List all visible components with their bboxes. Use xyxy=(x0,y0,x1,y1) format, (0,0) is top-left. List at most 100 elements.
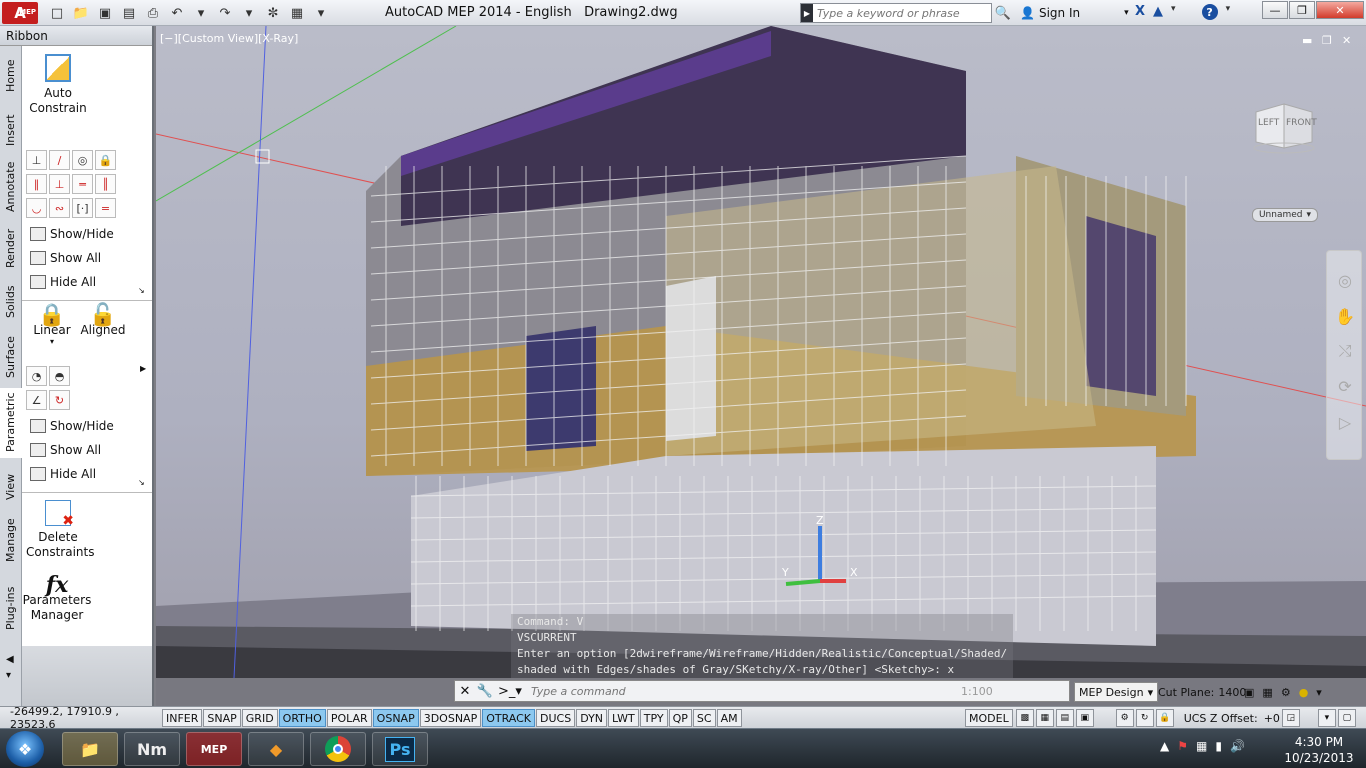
toggle-snap[interactable]: SNAP xyxy=(203,708,241,727)
command-input[interactable] xyxy=(525,684,955,698)
fix-icon[interactable]: 🔒 xyxy=(95,150,116,170)
dim-hide-all-button[interactable]: Hide All xyxy=(30,464,96,484)
annotation-icon[interactable]: ▤ xyxy=(1055,709,1074,727)
elevation-icon[interactable]: ◲ xyxy=(1281,709,1300,727)
tab-plug-ins[interactable]: Plug-ins xyxy=(0,570,22,636)
tab-surface[interactable]: Surface xyxy=(0,322,22,382)
expand-arrow-icon[interactable]: ▶ xyxy=(801,4,813,22)
search-input[interactable] xyxy=(813,6,983,20)
viewcube[interactable]: LEFT FRONT xyxy=(1252,98,1317,156)
viewport-controls-label[interactable]: [−][Custom View][X-Ray] xyxy=(160,32,298,45)
chevron-down-icon[interactable]: ▾ xyxy=(1316,686,1322,699)
taskbar-explorer[interactable]: 📁 xyxy=(62,732,118,766)
toggle-ortho[interactable]: ORTHO xyxy=(278,708,326,727)
windows-start-button[interactable]: ❖ xyxy=(6,731,44,767)
collinear-icon[interactable]: ∕ xyxy=(49,150,70,170)
taskbar-clock[interactable]: 4:30 PM 10/23/2013 xyxy=(1284,734,1354,766)
network-icon[interactable]: ▦ xyxy=(1196,739,1207,753)
equal-icon[interactable]: = xyxy=(95,198,116,218)
close-icon[interactable]: ✕ xyxy=(455,684,475,699)
horizontal-icon[interactable]: ═ xyxy=(72,174,93,194)
undo-icon[interactable]: ↶ xyxy=(168,4,186,22)
toggle-ducs[interactable]: DUCS xyxy=(536,708,576,727)
coordinates-readout[interactable]: -26499.2, 17910.9 , 23523.6 xyxy=(0,705,162,731)
toggle-tpy[interactable]: TPY xyxy=(639,708,668,727)
autodesk-icon[interactable]: ▲ xyxy=(1153,4,1163,20)
viewport-minimize-icon[interactable]: ▬ xyxy=(1302,34,1312,47)
command-prompt-icon[interactable]: >_▾ xyxy=(495,684,525,699)
taskbar-autocad-mep[interactable]: MEP xyxy=(186,732,242,766)
cut-plane[interactable]: Cut Plane: 1400 xyxy=(1154,682,1250,702)
properties-icon[interactable]: ▦ xyxy=(288,4,306,22)
concentric-icon[interactable]: ◎ xyxy=(72,150,93,170)
grid-view-icon[interactable]: ▣ xyxy=(1075,709,1094,727)
save-icon[interactable]: ▣ xyxy=(96,4,114,22)
help-icon[interactable]: ? xyxy=(1201,4,1218,20)
aligned-dimension-button[interactable]: 🔓 Aligned xyxy=(78,305,128,338)
orbit-icon[interactable]: ⟳ xyxy=(1335,377,1355,397)
geo-show-hide-button[interactable]: Show/Hide xyxy=(30,224,114,244)
viewcube-left-face[interactable]: LEFT xyxy=(1258,118,1279,128)
tab-insert[interactable]: Insert xyxy=(0,106,22,152)
toggle-osnap[interactable]: OSNAP xyxy=(372,708,419,727)
dim-show-hide-button[interactable]: Show/Hide xyxy=(30,416,114,436)
cut-plane-icon[interactable]: ▣ xyxy=(1244,686,1254,699)
chevron-down-icon[interactable]: ▾ xyxy=(6,670,11,681)
tab-solids[interactable]: Solids xyxy=(0,272,22,322)
tangent-icon[interactable]: ◡ xyxy=(26,198,47,218)
tab-manage[interactable]: Manage xyxy=(0,506,22,566)
toggle-am[interactable]: AM xyxy=(716,708,742,727)
restore-button[interactable]: ❐ xyxy=(1289,1,1315,19)
viewport-close-icon[interactable]: ✕ xyxy=(1342,34,1351,47)
exchange-icon[interactable]: X xyxy=(1135,4,1145,20)
flag-icon[interactable]: ⚑ xyxy=(1177,739,1188,753)
chevron-right-icon[interactable]: ▶ xyxy=(140,364,146,373)
delete-constraints-button[interactable]: ✖ Delete Constraints xyxy=(26,500,94,560)
tab-parametric[interactable]: Parametric xyxy=(0,388,22,458)
vertical-icon[interactable]: ║ xyxy=(95,174,116,194)
perpendicular-icon[interactable]: ⊥ xyxy=(49,174,70,194)
tab-view[interactable]: View xyxy=(0,464,22,504)
parameters-manager-button[interactable]: fx Parameters Manager xyxy=(22,574,92,623)
toggle-dyn[interactable]: DYN xyxy=(576,708,608,727)
quick-view-drawings-icon[interactable]: ▦ xyxy=(1035,709,1054,727)
workspace-switch-icon[interactable]: ↻ xyxy=(1135,709,1154,727)
drawing-viewport[interactable]: Z Y X [−][Custom View][X-Ray] ▬ ❐ ✕ LEFT… xyxy=(156,26,1366,678)
search-icon[interactable]: 🔍 xyxy=(994,4,1012,22)
ucs-offset-value[interactable]: +0 xyxy=(1264,712,1280,725)
workspace-icon[interactable]: ✼ xyxy=(264,4,282,22)
pan-icon[interactable]: ✋ xyxy=(1335,307,1355,327)
viewcube-front-face[interactable]: FRONT xyxy=(1286,118,1317,128)
sign-in[interactable]: 👤 Sign In ▾ xyxy=(1020,3,1129,23)
status-menu-icon[interactable]: ▾ xyxy=(1317,709,1336,727)
tab-home[interactable]: Home xyxy=(0,46,22,106)
toggle-sc[interactable]: SC xyxy=(692,708,716,727)
close-button[interactable]: ✕ xyxy=(1316,1,1364,19)
symmetric-icon[interactable]: [·] xyxy=(72,198,93,218)
layer-key-icon[interactable]: ⚙ xyxy=(1281,686,1291,699)
diameter-icon[interactable]: ◓ xyxy=(49,366,70,386)
chevron-down-icon[interactable]: ▾ xyxy=(1226,4,1231,20)
zoom-icon[interactable]: ⤭ xyxy=(1335,341,1355,361)
customize-icon[interactable]: 🔧 xyxy=(475,684,495,699)
angular-icon[interactable]: ∠ xyxy=(26,390,47,410)
radius-icon[interactable]: ◔ xyxy=(26,366,47,386)
auto-constrain-button[interactable]: Auto Constrain xyxy=(28,54,88,116)
convert-icon[interactable]: ↻ xyxy=(49,390,70,410)
coincident-icon[interactable]: ⊥ xyxy=(26,150,47,170)
chevron-down-icon[interactable]: ▾ xyxy=(240,4,258,22)
toggle-polar[interactable]: POLAR xyxy=(326,708,372,727)
linear-dimension-button[interactable]: 🔒 Linear ▾ xyxy=(26,305,78,346)
bulb-icon[interactable]: ● xyxy=(1299,686,1309,699)
lock-icon[interactable]: 🔒 xyxy=(1155,709,1174,727)
quick-view-layouts-icon[interactable]: ▩ xyxy=(1015,709,1034,727)
toggle-3dosnap[interactable]: 3DOSNAP xyxy=(419,708,482,727)
dim-show-all-button[interactable]: Show All xyxy=(30,440,101,460)
panel-expand-icon[interactable]: ↘ xyxy=(138,286,145,295)
toggle-infer[interactable]: INFER xyxy=(162,708,203,727)
workspace-dropdown[interactable]: MEP Design ▾ xyxy=(1074,682,1159,702)
open-icon[interactable]: 📁 xyxy=(72,4,90,22)
signal-icon[interactable]: ▮ xyxy=(1215,739,1222,753)
volume-icon[interactable]: 🔊 xyxy=(1230,739,1245,753)
settings-icon[interactable]: ⚙ xyxy=(1115,709,1134,727)
